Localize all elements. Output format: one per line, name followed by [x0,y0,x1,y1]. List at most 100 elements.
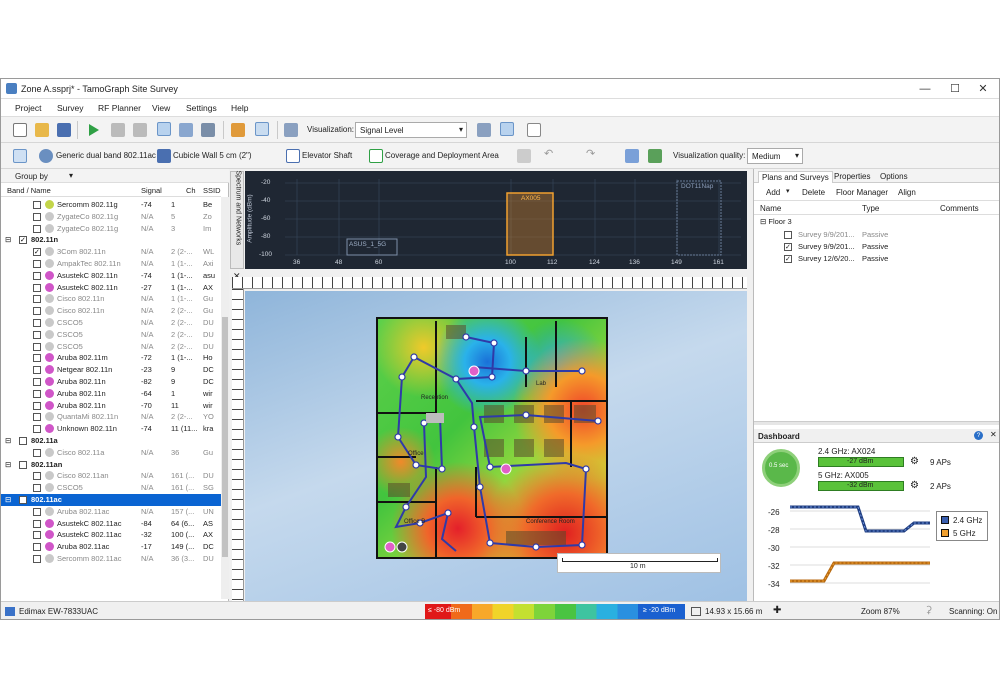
floor-manager-button[interactable]: Floor Manager [836,188,888,197]
zoom-level[interactable]: Zoom 87% [861,607,900,616]
align-button[interactable]: Align [898,188,916,197]
row-checkbox[interactable] [33,472,41,481]
row-checkbox[interactable] [33,484,41,493]
network-row[interactable]: CSCO5 N/A 2 (2-... DU [1,341,221,353]
network-row[interactable]: AsustekC 802.11ac -84 64 (6... AS [1,518,221,530]
coverage-area-icon[interactable] [369,149,383,163]
scrollbar[interactable] [221,197,229,599]
row-checkbox[interactable] [33,448,41,457]
wall-icon[interactable] [157,149,171,163]
elevator-label[interactable]: Elevator Shaft [302,151,352,160]
adjust-icon[interactable] [477,123,491,137]
row-checkbox[interactable]: ✓ [19,236,27,245]
network-row[interactable]: AsustekC 802.11n -27 1 (1-... AX [1,282,221,294]
row-checkbox[interactable] [33,555,41,563]
filter-icon[interactable] [284,123,298,137]
row-checkbox[interactable] [33,319,41,327]
network-row[interactable]: Netgear 802.11n -23 9 DC [1,364,221,376]
open-folder-icon[interactable] [35,123,49,137]
calibrate-icon[interactable] [231,123,245,137]
network-row[interactable]: CSCO5 N/A 161 (... SG [1,482,221,494]
delete-button[interactable]: Delete [802,188,825,197]
band-group-row[interactable]: ⊟ 802.11ac [1,494,221,506]
new-file-icon[interactable] [13,123,27,137]
row-checkbox[interactable] [33,401,41,410]
row-checkbox[interactable] [33,295,41,304]
row-checkbox[interactable] [33,283,41,292]
row-checkbox[interactable] [19,437,27,445]
pointer-icon[interactable] [13,149,27,163]
survey-checkbox[interactable] [784,231,792,239]
survey-row[interactable]: ✓ Survey 12/6/20... Passive [754,253,999,265]
chevron-down-icon[interactable]: ▾ [69,171,73,180]
undo-icon[interactable]: ↶ [544,147,553,160]
stop-icon[interactable] [133,123,147,137]
group-by-bar[interactable]: Group by ▾ [1,169,229,183]
redo-icon[interactable]: ↷ [586,147,595,160]
quality-select[interactable]: Medium [747,148,803,164]
menu-settings[interactable]: Settings [186,103,217,113]
network-row[interactable]: Aruba 802.11n -64 1 wir [1,388,221,400]
expand-icon[interactable]: ⊟ [5,235,11,244]
menu-view[interactable]: View [152,103,170,113]
network-row[interactable]: Sercomm 802.11ac N/A 36 (3... DU [1,553,221,565]
row-checkbox[interactable] [33,543,41,552]
network-row[interactable]: Aruba 802.11ac -17 149 (... DC [1,541,221,553]
row-checkbox[interactable] [33,425,41,434]
row-checkbox[interactable] [33,507,41,516]
splitter[interactable] [754,421,999,425]
chevron-down-icon[interactable]: ▾ [786,187,790,195]
row-checkbox[interactable] [33,354,41,363]
row-checkbox[interactable] [33,413,41,422]
col-ch[interactable]: Ch [186,186,196,195]
band-group-row[interactable]: ⊟ 802.11an [1,459,221,471]
add-button[interactable]: Add [766,188,780,197]
network-band-dot11[interactable] [676,180,722,256]
tab-properties[interactable]: Properties [834,172,870,181]
network-row[interactable]: AsustekC 802.11ac -32 100 (... AX [1,529,221,541]
ap-model-label[interactable]: Generic dual band 802.11ac [56,151,156,160]
row-checkbox[interactable] [33,201,41,209]
row-checkbox[interactable] [33,271,41,280]
spectrum-tab[interactable]: Spectrum and Networks [230,171,244,269]
wall-label[interactable]: Cubicle Wall 5 cm (2") [173,151,252,160]
row-checkbox[interactable] [33,260,41,268]
gear-icon[interactable]: ⚙ [910,456,919,467]
network-row[interactable]: AmpakTec 802.11n N/A 1 (1-... Axi [1,258,221,270]
network-row[interactable]: Cisco 802.11an N/A 161 (... DU [1,470,221,482]
row-checkbox[interactable] [33,342,41,351]
network-row[interactable]: Sercomm 802.11g -74 1 Be [1,199,221,211]
col-type[interactable]: Type [862,204,879,213]
close-icon[interactable]: ✕ [971,82,995,96]
row-checkbox[interactable] [33,531,41,540]
save-icon[interactable] [57,123,71,137]
network-row[interactable]: QuantaMi 802.11n N/A 2 (2-... YO [1,411,221,423]
menu-project[interactable]: Project [15,103,41,113]
network-row[interactable]: Aruba 802.11n -70 11 wir [1,400,221,412]
col-ssid[interactable]: SSID [203,186,221,195]
elevator-icon[interactable] [286,149,300,163]
network-row[interactable]: ZygateCo 802.11g N/A 3 Im [1,223,221,235]
menu-rf-planner[interactable]: RF Planner [98,103,141,113]
network-row[interactable]: Unknown 802.11n -74 11 (11... kra [1,423,221,435]
maximize-icon[interactable]: ☐ [943,82,967,96]
survey-mode-icon[interactable] [157,122,171,136]
network-row[interactable]: Aruba 802.11ac N/A 157 (... UN [1,506,221,518]
band-group-row[interactable]: ⊟ ✓ 802.11n [1,234,221,246]
help-icon[interactable]: ? [974,431,983,440]
network-row[interactable]: ✓ 3Com 802.11n N/A 2 (2-... WL [1,246,221,258]
col-comments[interactable]: Comments [940,204,979,213]
network-row[interactable]: AsustekC 802.11n -74 1 (1-... asu [1,270,221,282]
refresh-icon[interactable] [648,149,662,163]
row-checkbox[interactable] [19,460,27,469]
pause-icon[interactable] [111,123,125,137]
survey-row[interactable]: ✓ Survey 9/9/201... Passive [754,241,999,253]
row-checkbox[interactable] [33,366,41,375]
network-row[interactable]: CSCO5 N/A 2 (2-... DU [1,317,221,329]
tab-plans-and-surveys[interactable]: Plans and Surveys [758,171,833,183]
network-row[interactable]: ZygateCo 802.11g N/A 5 Zo [1,211,221,223]
row-checkbox[interactable] [19,496,27,504]
crosshair-icon[interactable]: ✚ [773,605,781,616]
band-group-row[interactable]: ⊟ 802.11a [1,435,221,447]
network-row[interactable]: Cisco 802.11n N/A 2 (2-... Gu [1,305,221,317]
